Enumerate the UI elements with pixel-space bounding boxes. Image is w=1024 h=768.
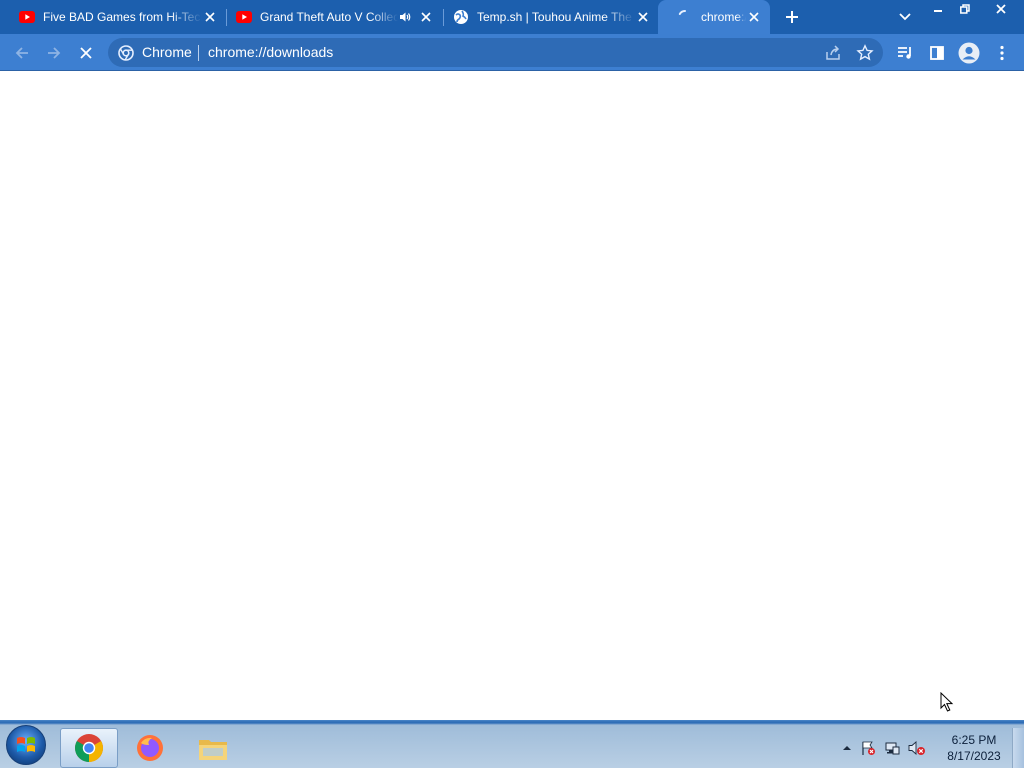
chrome-icon bbox=[75, 734, 103, 762]
clock-date: 8/17/2023 bbox=[947, 749, 1001, 763]
close-tab-icon[interactable] bbox=[635, 9, 651, 25]
tab-title: Five BAD Games from Hi-Tech bbox=[43, 10, 202, 24]
action-center-flag-icon[interactable] bbox=[860, 740, 876, 756]
minimize-button[interactable] bbox=[924, 0, 951, 18]
forward-button[interactable] bbox=[42, 41, 66, 65]
minimize-icon bbox=[933, 10, 942, 12]
browser-toolbar: Chrome chrome://downloads bbox=[0, 34, 1024, 71]
kebab-menu-icon bbox=[1000, 45, 1004, 61]
restore-button[interactable] bbox=[951, 0, 978, 18]
clock-time: 6:25 PM bbox=[951, 733, 997, 747]
network-icon[interactable] bbox=[884, 740, 900, 756]
profile-button[interactable] bbox=[957, 41, 981, 65]
side-panel-button[interactable] bbox=[925, 41, 949, 65]
url-text[interactable]: chrome://downloads bbox=[208, 44, 333, 60]
side-panel-icon bbox=[930, 46, 944, 60]
close-icon bbox=[996, 4, 1006, 14]
taskbar-chrome[interactable] bbox=[60, 728, 118, 768]
close-window-button[interactable] bbox=[978, 0, 1024, 18]
tab-downloads[interactable]: chrome://downloads bbox=[658, 0, 770, 34]
loading-spinner-icon bbox=[677, 9, 693, 25]
back-button[interactable] bbox=[10, 41, 34, 65]
tab-title: Grand Theft Auto V Collector bbox=[260, 10, 398, 24]
media-queue-icon bbox=[898, 47, 911, 59]
chevron-down-icon bbox=[899, 13, 911, 21]
tab-title: chrome://downloads bbox=[701, 10, 746, 24]
close-tab-icon[interactable] bbox=[418, 9, 434, 25]
arrow-right-icon bbox=[48, 47, 61, 59]
taskbar-file-explorer[interactable] bbox=[184, 728, 242, 768]
star-icon[interactable] bbox=[856, 44, 874, 62]
youtube-icon bbox=[19, 9, 35, 25]
tab-five-bad-games[interactable]: Five BAD Games from Hi-Tech bbox=[0, 0, 226, 34]
windows-logo-icon bbox=[17, 737, 35, 752]
omnibox-divider bbox=[198, 45, 199, 61]
mouse-cursor-icon bbox=[940, 692, 954, 712]
taskbar: 6:25 PM 8/17/2023 bbox=[0, 720, 1024, 768]
chrome-menu-button[interactable] bbox=[990, 41, 1014, 65]
system-tray bbox=[842, 740, 926, 756]
tab-gta-v[interactable]: Grand Theft Auto V Collector bbox=[217, 0, 442, 34]
tab-search-button[interactable] bbox=[896, 8, 914, 26]
show-desktop-button[interactable] bbox=[1012, 728, 1024, 768]
tab-strip: Five BAD Games from Hi-Tech Grand Theft … bbox=[0, 0, 1024, 34]
plus-icon bbox=[786, 11, 798, 23]
start-button[interactable] bbox=[6, 725, 46, 765]
site-chip[interactable]: Chrome bbox=[142, 44, 192, 60]
youtube-icon bbox=[236, 9, 252, 25]
speaker-icon[interactable] bbox=[398, 10, 412, 24]
tab-temp-sh[interactable]: Temp.sh | Touhou Anime The bbox=[434, 0, 659, 34]
stop-loading-button[interactable] bbox=[74, 41, 98, 65]
avatar-icon bbox=[958, 42, 980, 64]
taskbar-clock[interactable]: 6:25 PM 8/17/2023 bbox=[940, 732, 1008, 764]
new-tab-button[interactable] bbox=[782, 7, 802, 27]
window-controls bbox=[924, 0, 1024, 18]
arrow-left-icon bbox=[15, 47, 28, 59]
page-content[interactable] bbox=[0, 71, 1024, 720]
globe-icon bbox=[453, 9, 469, 25]
show-hidden-icons-arrow[interactable] bbox=[842, 744, 852, 752]
taskbar-firefox[interactable] bbox=[121, 728, 179, 768]
tab-title: Temp.sh | Touhou Anime The bbox=[477, 10, 632, 24]
chrome-logo-icon bbox=[118, 45, 134, 61]
close-tab-icon[interactable] bbox=[746, 9, 762, 25]
file-explorer-icon bbox=[199, 740, 227, 760]
restore-icon bbox=[959, 4, 970, 14]
share-icon[interactable] bbox=[824, 44, 842, 62]
address-bar[interactable]: Chrome chrome://downloads bbox=[108, 38, 883, 67]
firefox-icon bbox=[137, 735, 163, 761]
volume-muted-icon[interactable] bbox=[908, 740, 926, 756]
close-tab-icon[interactable] bbox=[202, 9, 218, 25]
close-icon bbox=[80, 47, 92, 59]
media-controls-button[interactable] bbox=[893, 41, 917, 65]
